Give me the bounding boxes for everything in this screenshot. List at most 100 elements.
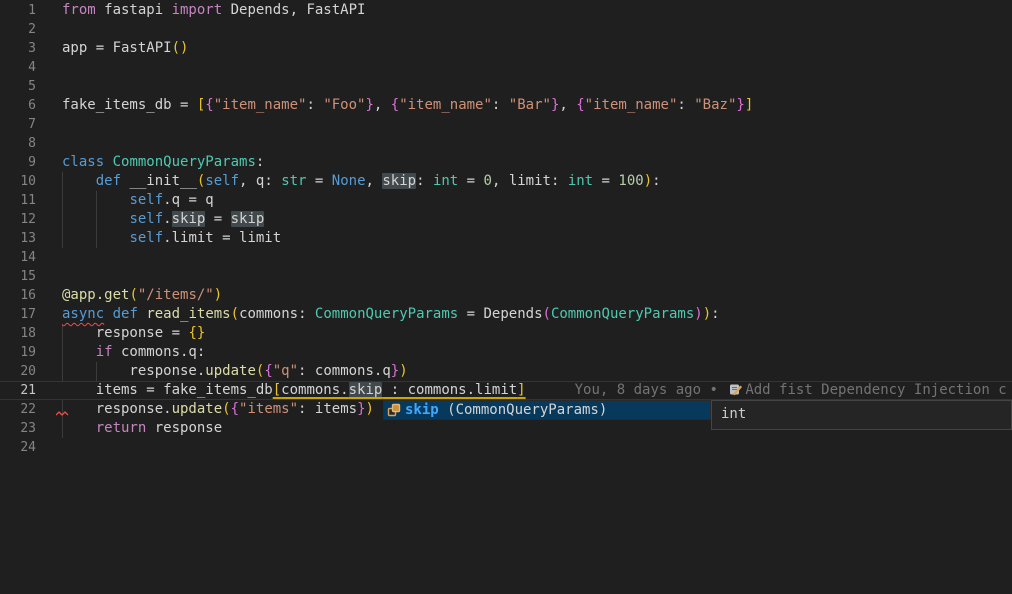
line-number[interactable]: 12 bbox=[0, 210, 36, 229]
code-text: async def read_items(commons: CommonQuer… bbox=[36, 305, 720, 324]
code-editor[interactable]: 1from fastapi import Depends, FastAPI23a… bbox=[0, 0, 1012, 594]
code-text: class CommonQueryParams: bbox=[36, 153, 264, 172]
code-token bbox=[62, 420, 96, 436]
code-token: "q" bbox=[273, 363, 298, 379]
line-number[interactable]: 21 bbox=[0, 381, 36, 400]
line-number[interactable]: 10 bbox=[0, 172, 36, 191]
code-token: ) bbox=[703, 306, 711, 322]
code-token: } bbox=[365, 97, 373, 113]
code-token: response = bbox=[62, 325, 188, 341]
code-token: = bbox=[593, 173, 618, 189]
line-number[interactable]: 4 bbox=[0, 58, 36, 77]
code-text bbox=[36, 77, 62, 96]
code-line[interactable]: 6fake_items_db = [{"item_name": "Foo"}, … bbox=[0, 96, 1012, 115]
code-token: : commons.q bbox=[298, 363, 391, 379]
error-squiggle bbox=[56, 411, 69, 416]
code-token: , bbox=[366, 173, 383, 189]
code-line[interactable]: 14 bbox=[0, 248, 1012, 267]
code-text: from fastapi import Depends, FastAPI bbox=[36, 1, 365, 20]
line-number[interactable]: 11 bbox=[0, 191, 36, 210]
line-number[interactable]: 8 bbox=[0, 134, 36, 153]
code-token bbox=[104, 306, 112, 322]
line-number[interactable]: 22 bbox=[0, 400, 36, 419]
line-number[interactable]: 15 bbox=[0, 267, 36, 286]
code-line[interactable]: 10 def __init__(self, q: str = None, ski… bbox=[0, 172, 1012, 191]
line-number[interactable]: 17 bbox=[0, 305, 36, 324]
code-token: ( bbox=[231, 306, 239, 322]
code-text: fake_items_db = [{"item_name": "Foo"}, {… bbox=[36, 96, 753, 115]
line-number[interactable]: 2 bbox=[0, 20, 36, 39]
code-token bbox=[104, 154, 112, 170]
code-token: ) bbox=[694, 306, 702, 322]
code-line[interactable]: 17async def read_items(commons: CommonQu… bbox=[0, 305, 1012, 324]
line-number[interactable]: 13 bbox=[0, 229, 36, 248]
code-token: () bbox=[172, 40, 189, 56]
code-token: __init__ bbox=[121, 173, 197, 189]
code-token: 100 bbox=[618, 173, 643, 189]
code-line[interactable]: 15 bbox=[0, 267, 1012, 286]
code-line[interactable]: 1from fastapi import Depends, FastAPI bbox=[0, 1, 1012, 20]
line-number[interactable]: 16 bbox=[0, 286, 36, 305]
suggest-item-label[interactable]: skip bbox=[405, 401, 439, 419]
code-token: "item_name" bbox=[214, 97, 307, 113]
code-token: = bbox=[205, 211, 230, 227]
code-token: , q: bbox=[239, 173, 281, 189]
code-token: commons: bbox=[239, 306, 315, 322]
code-line[interactable]: 8 bbox=[0, 134, 1012, 153]
code-token: CommonQueryParams bbox=[551, 306, 694, 322]
code-line[interactable]: 3 app = FastAPI() bbox=[0, 39, 1012, 58]
code-token: commons.q: bbox=[113, 344, 206, 360]
code-token: } bbox=[736, 97, 744, 113]
code-line[interactable]: 12 self.skip = skip bbox=[0, 210, 1012, 229]
code-token: = bbox=[458, 173, 483, 189]
code-line[interactable]: 11 self.q = q bbox=[0, 191, 1012, 210]
code-line[interactable]: 13 self.limit = limit bbox=[0, 229, 1012, 248]
line-number[interactable]: 20 bbox=[0, 362, 36, 381]
code-token: : bbox=[306, 97, 323, 113]
code-token: return bbox=[96, 420, 147, 436]
code-token: skip bbox=[172, 211, 206, 227]
code-token: self bbox=[129, 230, 163, 246]
code-token: CommonQueryParams bbox=[113, 154, 256, 170]
line-number[interactable]: 18 bbox=[0, 324, 36, 343]
code-token: Depends, FastAPI bbox=[222, 2, 365, 18]
line-number[interactable]: 23 bbox=[0, 419, 36, 438]
code-line-current[interactable]: 21 items = fake_items_db[commons.skip : … bbox=[0, 381, 1012, 400]
line-number[interactable]: 14 bbox=[0, 248, 36, 267]
code-line[interactable]: 20 response.update({"q": commons.q}) bbox=[0, 362, 1012, 381]
code-token: ] bbox=[745, 97, 753, 113]
code-line[interactable]: 2 bbox=[0, 20, 1012, 39]
code-token: "Baz" bbox=[694, 97, 736, 113]
code-token: async bbox=[62, 306, 104, 322]
line-number[interactable]: 6 bbox=[0, 96, 36, 115]
line-number[interactable]: 9 bbox=[0, 153, 36, 172]
line-number[interactable]: 5 bbox=[0, 77, 36, 96]
code-text bbox=[36, 248, 62, 267]
code-line[interactable]: 9class CommonQueryParams: bbox=[0, 153, 1012, 172]
code-token: app = FastAPI bbox=[62, 40, 172, 56]
line-number[interactable]: 19 bbox=[0, 343, 36, 362]
line-number[interactable]: 7 bbox=[0, 115, 36, 134]
code-token: .limit = limit bbox=[163, 230, 281, 246]
code-line[interactable]: 19 if commons.q: bbox=[0, 343, 1012, 362]
code-line[interactable]: 7 bbox=[0, 115, 1012, 134]
code-token bbox=[62, 344, 96, 360]
code-line[interactable]: 4 bbox=[0, 58, 1012, 77]
code-line[interactable]: 18 response = {} bbox=[0, 324, 1012, 343]
code-token: { bbox=[264, 363, 272, 379]
code-token: @app.get bbox=[62, 287, 129, 303]
line-number[interactable]: 24 bbox=[0, 438, 36, 457]
line-number[interactable]: 3 bbox=[0, 39, 36, 58]
code-line[interactable]: 5 bbox=[0, 77, 1012, 96]
code-token: read_items bbox=[146, 306, 230, 322]
git-blame-annotation[interactable]: You, 8 days ago • Add fist Dependency In… bbox=[575, 382, 1007, 398]
code-token: } bbox=[391, 363, 399, 379]
code-token: response. bbox=[62, 401, 172, 417]
code-token: ( bbox=[543, 306, 551, 322]
line-number[interactable]: 1 bbox=[0, 1, 36, 20]
code-token: int bbox=[433, 173, 458, 189]
code-line[interactable]: 16@app.get("/items/") bbox=[0, 286, 1012, 305]
code-token: ) bbox=[366, 401, 374, 417]
code-line[interactable]: 24 bbox=[0, 438, 1012, 457]
code-token: } bbox=[357, 401, 365, 417]
